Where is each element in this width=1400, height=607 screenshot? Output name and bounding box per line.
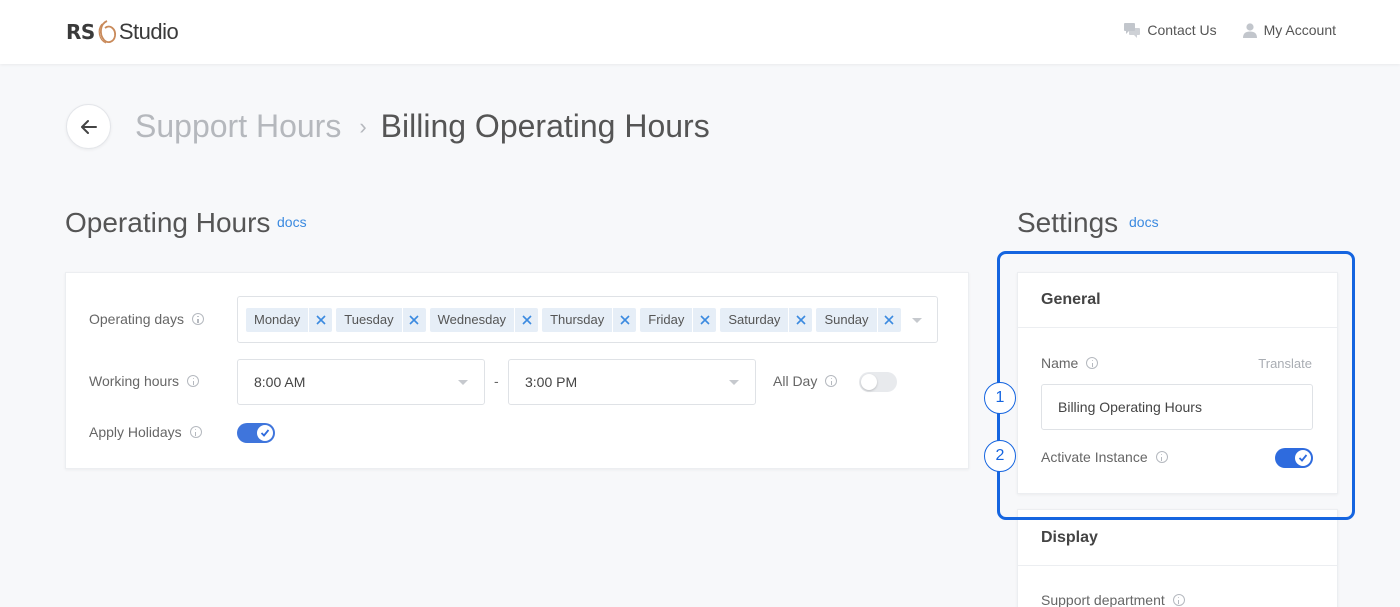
dropdown-caret-icon [729, 380, 739, 385]
day-tag: Saturday [720, 307, 813, 332]
remove-tag-icon[interactable] [514, 307, 538, 332]
remove-tag-icon[interactable] [788, 307, 812, 332]
general-divider [1018, 327, 1337, 328]
back-button[interactable] [66, 104, 111, 149]
chevron-right-icon: › [359, 113, 367, 139]
check-icon [1298, 454, 1308, 462]
contact-us-label: Contact Us [1147, 22, 1217, 38]
operating-hours-title: Operating Hours [65, 207, 271, 238]
remove-tag-icon[interactable] [692, 307, 716, 332]
day-tag-label: Wednesday [437, 312, 507, 327]
check-icon [260, 429, 270, 437]
logo-studio: Studio [118, 19, 179, 44]
my-account-label: My Account [1263, 22, 1336, 38]
start-time-value: 8:00 AM [254, 374, 306, 390]
day-tag: Friday [640, 307, 717, 332]
annotation-marker-2: 2 [984, 440, 1016, 472]
display-divider [1018, 565, 1337, 566]
operating-hours-docs-link[interactable]: docs [277, 214, 307, 230]
day-tag: Tuesday [336, 307, 426, 332]
logo-rs: RS [66, 20, 95, 44]
settings-docs-link[interactable]: docs [1129, 214, 1159, 230]
remove-tag-icon[interactable] [876, 307, 901, 332]
dropdown-caret-icon [458, 380, 468, 385]
arrow-left-icon [80, 119, 97, 134]
logo-swirl-icon [98, 20, 116, 44]
info-icon[interactable] [191, 313, 204, 325]
all-day-toggle[interactable] [859, 372, 897, 392]
operating-days-multiselect[interactable]: Monday Tuesday Wednesday Thursday Friday… [237, 296, 938, 343]
day-tag-label: Tuesday [344, 312, 394, 327]
name-label: Name [1041, 355, 1099, 371]
start-time-select[interactable]: 8:00 AM [237, 359, 485, 405]
translate-link[interactable]: Translate [1258, 356, 1312, 371]
general-heading: General [1041, 291, 1101, 308]
support-department-label-text: Support department [1041, 592, 1165, 607]
user-icon [1242, 22, 1257, 38]
time-range-separator: - [494, 373, 499, 389]
breadcrumb: Support Hours › Billing Operating Hours [135, 108, 710, 145]
info-icon[interactable] [1172, 594, 1185, 606]
info-icon[interactable] [187, 375, 200, 387]
day-tag-label: Friday [648, 312, 685, 327]
remove-tag-icon[interactable] [401, 307, 426, 332]
activate-instance-label: Activate Instance [1041, 449, 1168, 465]
dropdown-caret-icon[interactable] [912, 318, 922, 323]
day-tag: Sunday [816, 307, 901, 332]
remove-tag-icon[interactable] [308, 307, 332, 332]
day-tag: Wednesday [429, 307, 539, 332]
chat-icon [1124, 22, 1141, 38]
toggle-knob [861, 374, 877, 390]
end-time-select[interactable]: 3:00 PM [508, 359, 756, 405]
info-icon[interactable] [1086, 357, 1099, 369]
day-tag-label: Thursday [550, 312, 605, 327]
top-nav: Contact Us My Account [1124, 22, 1336, 38]
info-icon[interactable] [825, 375, 838, 387]
all-day-label: All Day [773, 373, 838, 389]
contact-us-link[interactable]: Contact Us [1124, 22, 1217, 38]
working-hours-label-text: Working hours [89, 373, 180, 389]
top-bar: RS Studio Contact Us My Account [0, 0, 1400, 64]
day-tag-label: Monday [254, 312, 301, 327]
working-hours-label: Working hours [89, 373, 200, 389]
breadcrumb-parent[interactable]: Support Hours [135, 108, 341, 145]
all-day-label-text: All Day [773, 373, 818, 389]
annotation-marker-1: 1 [984, 382, 1016, 414]
name-label-text: Name [1041, 355, 1079, 371]
remove-tag-icon[interactable] [612, 307, 636, 332]
toggle-knob [257, 425, 273, 441]
activate-instance-toggle[interactable] [1275, 448, 1313, 468]
display-heading: Display [1041, 529, 1098, 546]
day-tag: Monday [246, 307, 333, 332]
info-icon[interactable] [1155, 451, 1168, 463]
operating-days-label-text: Operating days [89, 311, 184, 327]
page-title: Billing Operating Hours [380, 108, 710, 144]
support-department-label: Support department [1041, 592, 1185, 607]
name-input[interactable]: Billing Operating Hours [1041, 384, 1313, 430]
settings-title: Settings [1017, 207, 1119, 238]
apply-holidays-toggle[interactable] [237, 423, 275, 443]
operating-days-label: Operating days [89, 311, 204, 327]
my-account-link[interactable]: My Account [1242, 22, 1336, 38]
day-tag-label: Saturday [728, 312, 781, 327]
logo[interactable]: RS Studio [66, 17, 179, 47]
apply-holidays-label: Apply Holidays [89, 424, 202, 440]
toggle-knob [1295, 450, 1311, 466]
day-tag-label: Sunday [824, 312, 869, 327]
apply-holidays-label-text: Apply Holidays [89, 424, 182, 440]
activate-instance-label-text: Activate Instance [1041, 449, 1148, 465]
day-tag: Thursday [542, 307, 637, 332]
end-time-value: 3:00 PM [525, 374, 578, 390]
info-icon[interactable] [189, 426, 202, 438]
